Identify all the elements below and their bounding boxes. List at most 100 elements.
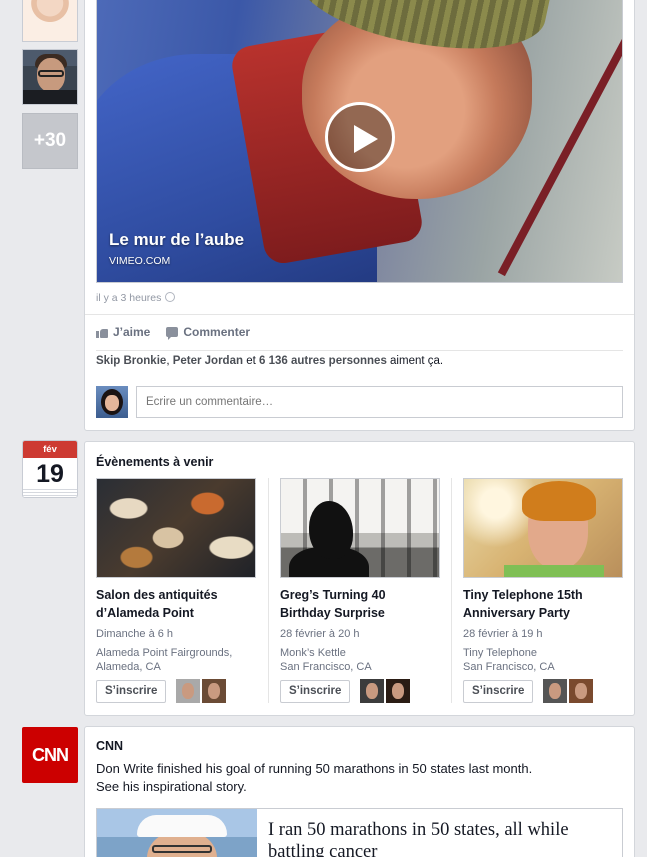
event-location: Monk’s Kettle San Francisco, CA — [280, 646, 440, 674]
avatar-shirt — [23, 90, 77, 104]
post-text-line: Don Write finished his goal of running 5… — [96, 761, 533, 776]
post-timestamp[interactable]: il y a 3 heures — [96, 292, 176, 304]
attendee-avatar[interactable] — [202, 679, 227, 703]
events-title[interactable]: Évènements à venir — [96, 455, 213, 469]
page-name[interactable]: CNN — [96, 739, 123, 753]
avatar-face — [105, 395, 119, 411]
thumbs-up-icon — [96, 327, 108, 338]
event-location: Alameda Point Fairgrounds, Alameda, CA — [96, 646, 256, 674]
join-event-button[interactable]: S’inscrire — [280, 679, 351, 703]
event-location: Tiny Telephone San Francisco, CA — [463, 646, 623, 674]
avatar-face — [549, 683, 562, 699]
join-event-button[interactable]: S’inscrire — [463, 679, 534, 703]
divider — [96, 350, 623, 351]
event-name-line: Salon des antiquités — [96, 588, 218, 602]
comment-button[interactable]: Commenter — [166, 325, 251, 340]
liker-name-1[interactable]: Skip Bronkie — [96, 355, 166, 367]
divider — [85, 314, 634, 315]
likes-suffix: aiment ça. — [386, 355, 444, 367]
video-player[interactable]: Le mur de l’aube VIMEO.COM — [96, 0, 623, 283]
attendee-avatars — [543, 679, 594, 703]
comment-label: Commenter — [183, 325, 251, 339]
comment-input[interactable] — [136, 386, 623, 418]
event-date: Dimanche à 6 h — [96, 628, 174, 640]
video-post-card: Le mur de l’aube VIMEO.COM il y a 3 heur… — [84, 0, 635, 431]
timestamp-text: il y a 3 heures — [96, 292, 162, 304]
event-name-line: Anniversary Party — [463, 606, 571, 620]
image-visor — [137, 815, 227, 837]
video-title[interactable]: Le mur de l’aube — [109, 230, 244, 250]
avatar-face — [366, 683, 379, 699]
avatar-face — [575, 683, 588, 699]
cnn-logo-text: CNN — [32, 744, 69, 765]
event-item: Tiny Telephone 15th Anniversary Party 28… — [463, 478, 623, 674]
more-friends-count: +30 — [33, 130, 67, 151]
shared-article[interactable]: I ran 50 marathons in 50 states, all whi… — [96, 808, 623, 857]
image-shirt — [504, 565, 604, 577]
likers-others-link[interactable]: 6 136 autres personnes — [259, 355, 387, 367]
join-event-button[interactable]: S’inscrire — [96, 679, 167, 703]
event-actions: S’inscrire — [280, 679, 411, 703]
post-text-line: See his inspirational story. — [96, 779, 247, 794]
current-user-avatar — [96, 386, 128, 418]
event-image[interactable] — [280, 478, 440, 578]
event-date: 28 février à 20 h — [280, 628, 360, 640]
friend-avatar-1[interactable] — [22, 0, 78, 42]
image-hair — [522, 481, 596, 521]
event-place: Monk’s Kettle — [280, 647, 346, 659]
event-name-line: Greg’s Turning 40 — [280, 588, 386, 602]
event-city: Alameda, CA — [96, 661, 161, 673]
like-label: J’aime — [113, 325, 151, 339]
event-name-line: Tiny Telephone 15th — [463, 588, 583, 602]
calendar-pages — [23, 489, 77, 497]
event-name[interactable]: Tiny Telephone 15th Anniversary Party — [463, 586, 623, 622]
attendee-avatars — [176, 679, 227, 703]
attendee-avatar[interactable] — [543, 679, 568, 703]
likes-sep-2: et — [243, 355, 259, 367]
event-separator — [451, 478, 452, 703]
event-actions: S’inscrire — [96, 679, 227, 703]
attendee-avatar[interactable] — [569, 679, 594, 703]
calendar-day: 19 — [36, 460, 64, 488]
globe-icon — [165, 292, 176, 302]
event-item: Salon des antiquités d’Alameda Point Dim… — [96, 478, 256, 674]
event-name-line: Birthday Surprise — [280, 606, 385, 620]
like-button[interactable]: J’aime — [96, 325, 150, 339]
event-date: 28 février à 19 h — [463, 628, 543, 640]
more-friends-tile[interactable]: +30 — [22, 113, 78, 169]
attendee-avatar[interactable] — [176, 679, 201, 703]
event-image[interactable] — [96, 478, 256, 578]
attendee-avatar[interactable] — [360, 679, 385, 703]
calendar-month: fév — [23, 441, 77, 458]
upcoming-events-card: Évènements à venir Salon des antiquités … — [84, 441, 635, 716]
attendee-avatar[interactable] — [386, 679, 411, 703]
post-text: Don Write finished his goal of running 5… — [96, 760, 596, 796]
comment-bubble-icon — [166, 327, 179, 340]
event-city: San Francisco, CA — [463, 661, 555, 673]
video-source[interactable]: VIMEO.COM — [109, 255, 170, 267]
event-place: Alameda Point Fairgrounds, — [96, 647, 233, 659]
friend-avatar-2[interactable] — [22, 49, 78, 105]
event-place: Tiny Telephone — [463, 647, 537, 659]
cnn-post-card: CNN Don Write finished his goal of runni… — [84, 726, 635, 857]
cnn-logo[interactable]: CNN — [22, 727, 78, 783]
avatar-glasses — [38, 70, 64, 77]
article-image — [97, 809, 257, 857]
avatar-face — [208, 683, 221, 699]
event-name[interactable]: Greg’s Turning 40 Birthday Surprise — [280, 586, 440, 622]
event-separator — [268, 478, 269, 703]
event-city: San Francisco, CA — [280, 661, 372, 673]
event-image[interactable] — [463, 478, 623, 578]
post-actions: J’aime Commenter — [96, 325, 251, 340]
event-item: Greg’s Turning 40 Birthday Surprise 28 f… — [280, 478, 440, 674]
play-icon[interactable] — [325, 102, 395, 172]
event-name-line: d’Alameda Point — [96, 606, 194, 620]
article-title[interactable]: I ran 50 marathons in 50 states, all whi… — [268, 819, 608, 857]
image-glasses — [152, 845, 212, 853]
likes-summary: Skip Bronkie, Peter Jordan et 6 136 autr… — [96, 355, 443, 367]
liker-name-2[interactable]: Peter Jordan — [173, 355, 243, 367]
event-name[interactable]: Salon des antiquités d’Alameda Point — [96, 586, 256, 622]
calendar-icon: fév 19 — [22, 440, 78, 498]
event-actions: S’inscrire — [463, 679, 594, 703]
avatar-face — [182, 683, 195, 699]
